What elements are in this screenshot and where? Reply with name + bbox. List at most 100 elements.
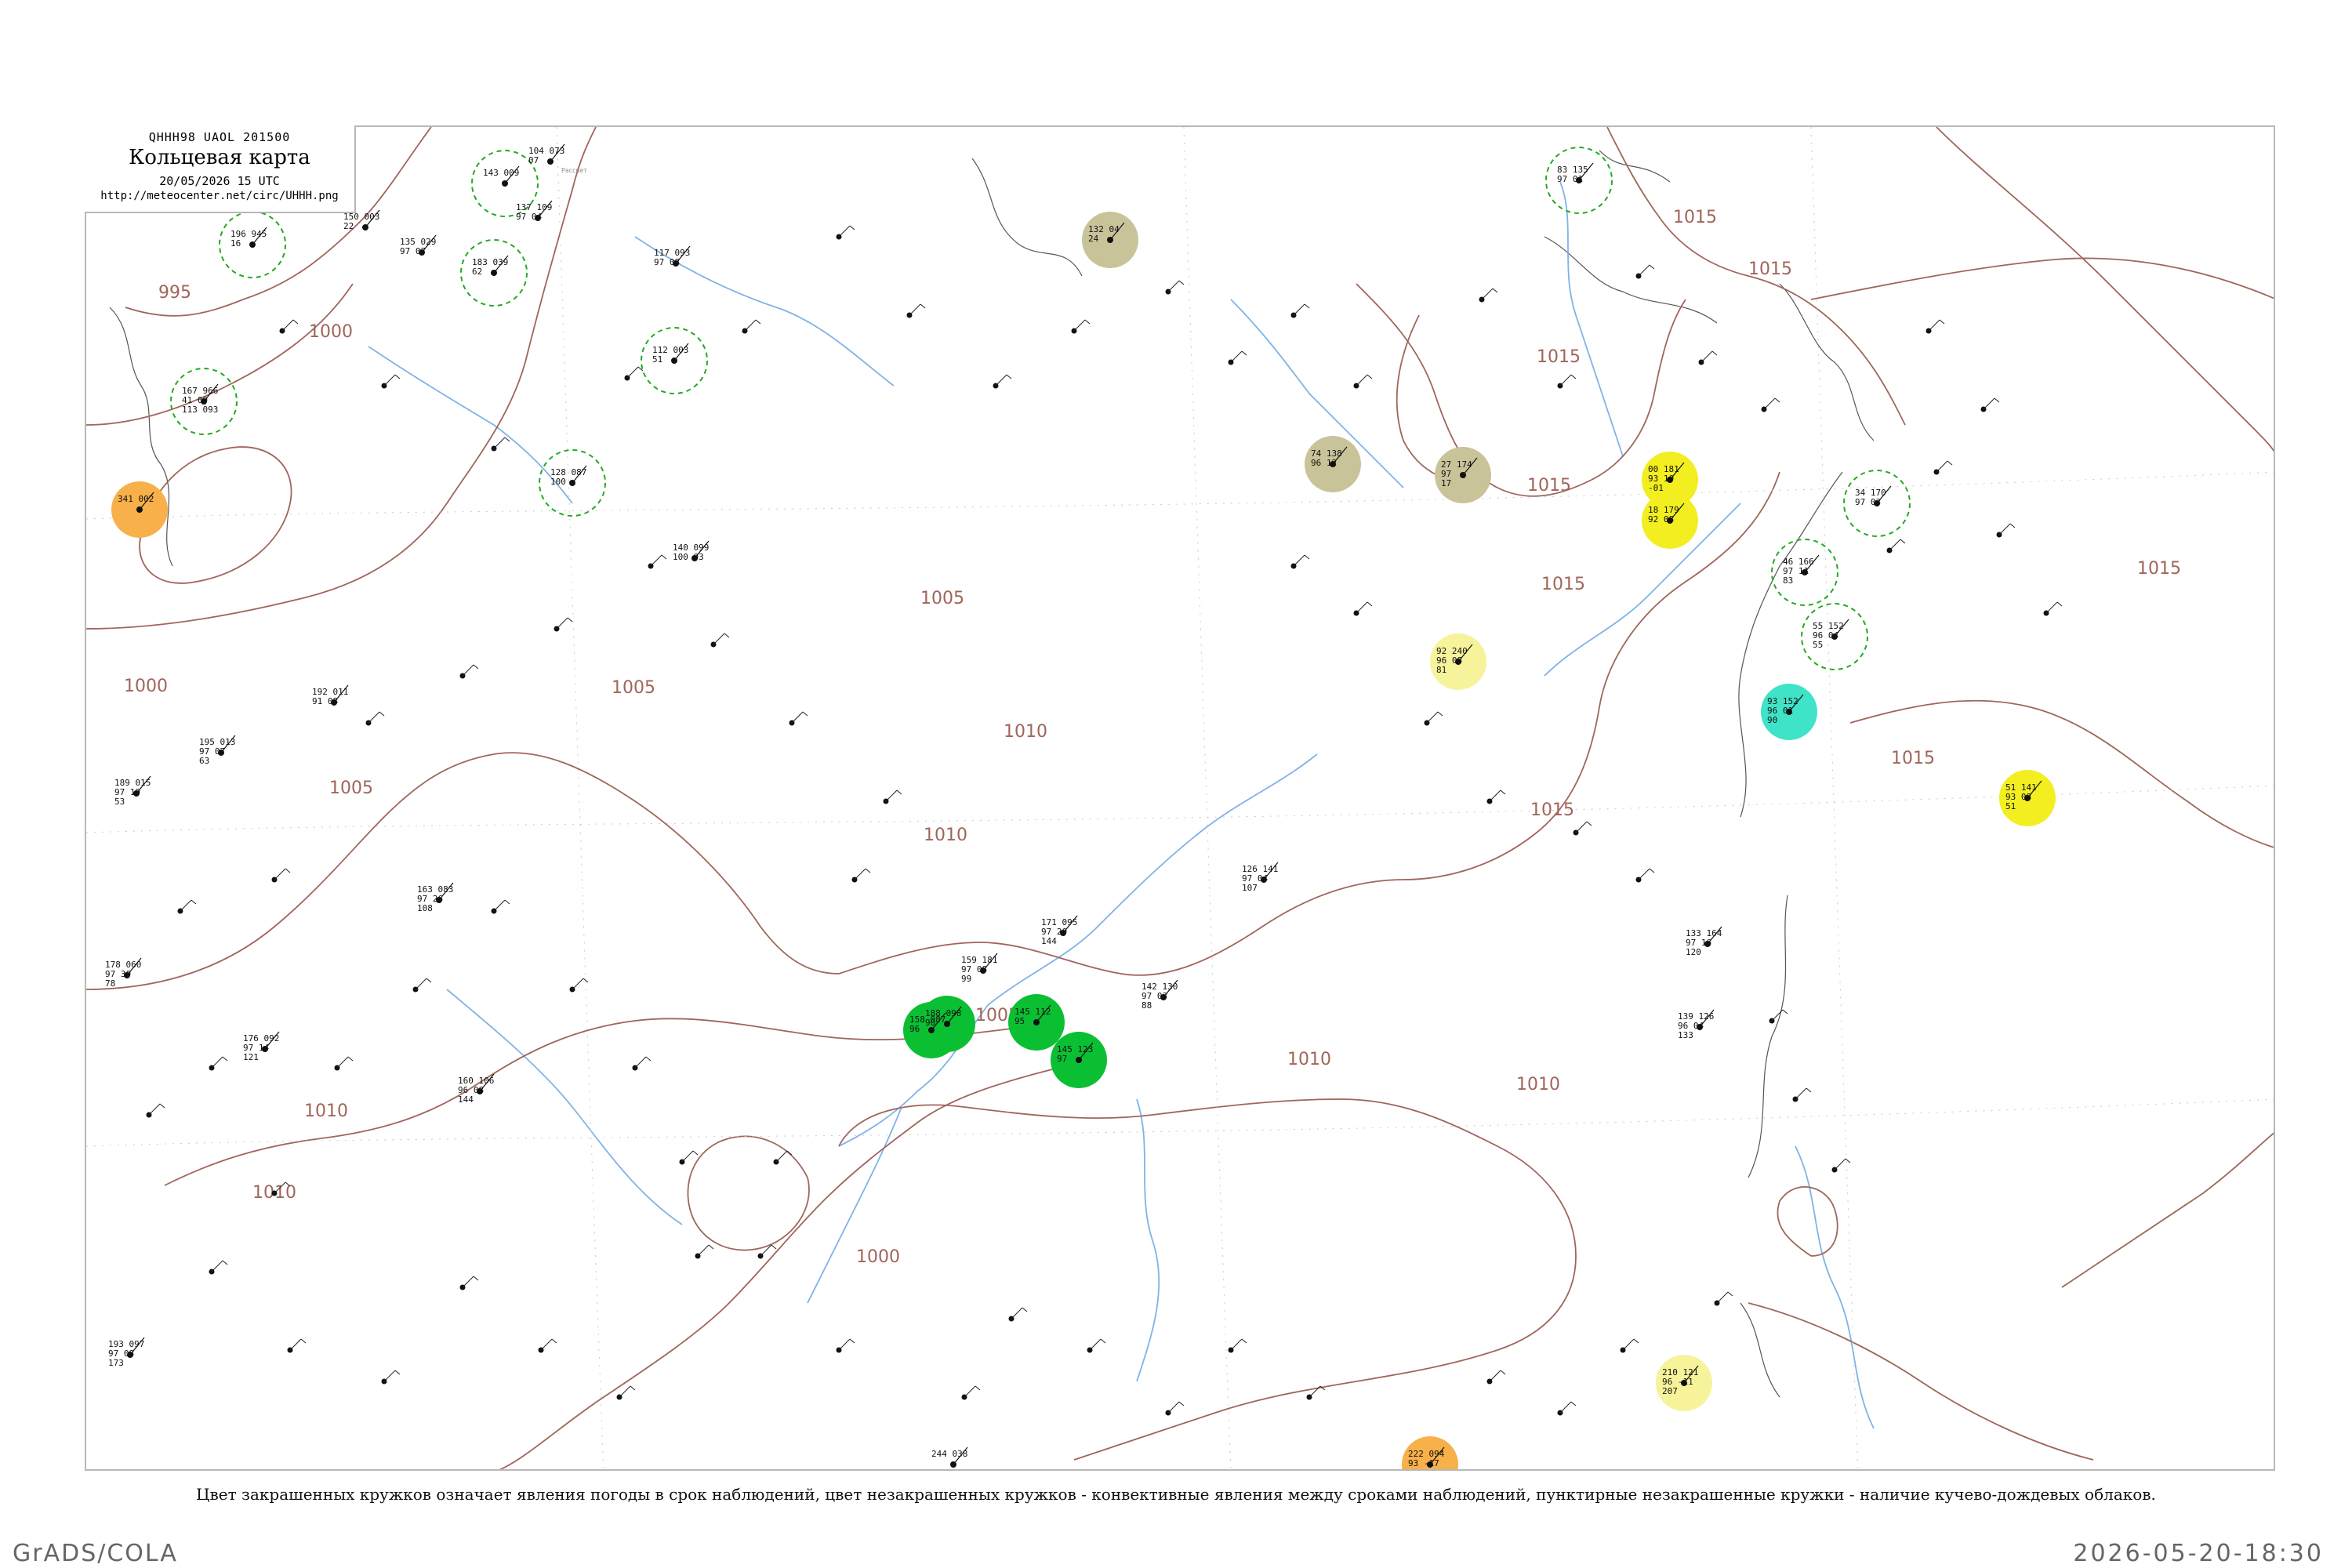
station-plot[interactable]: 139 12696 04133 <box>1678 1009 1715 1040</box>
station-plot[interactable]: 160 10696 08144 <box>458 1073 495 1105</box>
station-plot[interactable]: 178 06097 3078 <box>105 957 142 989</box>
barb-feather <box>1711 350 1718 356</box>
isobar-label: 1005 <box>920 589 964 608</box>
isobar-label: 1010 <box>1287 1050 1331 1069</box>
wind-barb-icon <box>493 437 506 449</box>
barb-feather <box>2009 523 2016 528</box>
wind-barb-icon <box>1481 288 1494 300</box>
minor-station <box>177 899 197 914</box>
barb-feather <box>1367 601 1373 607</box>
station-plot[interactable]: 192 01191 08 <box>312 684 349 706</box>
station-values: 244 038 <box>931 1449 967 1459</box>
isobar-label: 995 <box>158 283 191 303</box>
station-values: 97 04 <box>516 212 542 222</box>
minor-station <box>287 1338 307 1353</box>
station-plot[interactable]: 140 099100 03 <box>673 540 710 562</box>
minor-station <box>1228 1338 1247 1353</box>
station-values: 92 08 <box>1648 514 1674 524</box>
wind-barb-icon <box>995 374 1007 387</box>
minor-station <box>836 1338 855 1353</box>
station-plot[interactable]: 171 09597 20144 <box>1041 915 1078 946</box>
station-plot[interactable]: 142 13097 0388 <box>1142 979 1178 1011</box>
barb-feather <box>1782 1009 1788 1014</box>
minor-station <box>491 899 510 914</box>
minor-station <box>1424 711 1443 726</box>
station-plot[interactable]: 244 038 <box>931 1446 968 1468</box>
isobar-label: 1000 <box>124 677 168 696</box>
wind-barb-icon <box>1167 1401 1180 1414</box>
minor-station <box>1761 397 1780 412</box>
minor-station <box>1165 280 1185 295</box>
isobar-label: 1015 <box>2137 559 2181 579</box>
barb-feather <box>473 1276 479 1281</box>
minor-station <box>209 1260 228 1275</box>
station-plot[interactable]: 46 16697 1183 <box>1783 554 1820 586</box>
station-plot[interactable]: 196 94516 <box>230 227 267 249</box>
station-values: -01 <box>1648 483 1664 493</box>
station-plot[interactable]: 222 09493 -17 <box>1408 1446 1445 1468</box>
isobar-label: 1015 <box>1673 208 1717 227</box>
station-plot[interactable]: 167 96641 09113 093 <box>182 383 219 415</box>
wind-barb-icon <box>368 711 380 724</box>
station-plot[interactable]: 189 01597 1953 <box>114 775 151 807</box>
minor-station <box>1228 350 1247 365</box>
map-caption: Цвет закрашенных кружков означает явлени… <box>196 1485 2156 1504</box>
station-plot[interactable]: 183 03962 <box>472 255 509 277</box>
station-plot[interactable]: 143 009 <box>483 165 520 187</box>
station-plot[interactable]: 193 09797 08173 <box>108 1337 145 1368</box>
station-values: 97 03 <box>1855 497 1881 507</box>
minor-station <box>906 303 926 318</box>
isobar-label: 1000 <box>309 322 353 342</box>
station-plot[interactable]: 83 13597 01 <box>1557 162 1594 184</box>
station-values: 63 <box>199 756 209 766</box>
wind-barb-icon <box>838 1338 851 1351</box>
station-plot[interactable]: 126 14197 04107 <box>1242 862 1279 893</box>
barb-feather <box>1492 288 1498 293</box>
minor-station <box>1980 397 2000 412</box>
map-url[interactable]: http://meteocenter.net/circ/UHHH.png <box>85 190 354 202</box>
barb-feather <box>802 711 808 717</box>
barb-feather <box>1178 1401 1185 1406</box>
minor-station <box>271 868 291 883</box>
barb-feather <box>1649 264 1655 270</box>
minor-station <box>146 1103 165 1118</box>
station-plot[interactable]: 137 10997 04 <box>516 200 553 222</box>
station-name: Рассвет <box>561 167 587 174</box>
station-plot[interactable]: 133 16497 16120 <box>1686 926 1722 957</box>
station-plot[interactable]: 163 08397 26108 <box>417 882 454 913</box>
barb-feather <box>426 978 432 983</box>
barb-feather <box>567 617 573 622</box>
station-plot[interactable]: 34 17097 03 <box>1855 485 1892 507</box>
isobar-label: 1010 <box>1516 1075 1560 1094</box>
barb-feather <box>1633 1338 1639 1344</box>
minor-station <box>961 1385 981 1400</box>
station-plot[interactable]: 176 09297 14121 <box>243 1031 280 1062</box>
minor-station <box>1635 868 1655 883</box>
station-plot[interactable]: 135 02997 07 <box>400 234 437 256</box>
station-values: 83 <box>1783 575 1793 586</box>
station-plot[interactable]: 117 09397 08 <box>654 245 691 267</box>
wind-barb-icon <box>1293 303 1305 316</box>
isobar-label: 1005 <box>612 678 655 698</box>
minor-station <box>1290 554 1310 569</box>
weather-map[interactable]: 9951000100010051005100510051010101010101… <box>86 127 2275 1471</box>
minor-station <box>279 319 299 334</box>
minor-station <box>773 1150 793 1165</box>
wind-barb-icon <box>1928 319 1940 332</box>
station-plot[interactable]: 55 15296 0455 <box>1813 619 1849 650</box>
barb-feather <box>551 1338 557 1344</box>
station-dots <box>146 225 2063 1416</box>
station-plot[interactable]: 195 01397 0763 <box>199 735 236 766</box>
footer-credit: GrADS/COLA <box>13 1540 178 1567</box>
barb-feather <box>1084 319 1091 325</box>
station-plot[interactable]: 150 00322 <box>343 209 380 231</box>
station-plot[interactable]: 112 00351 <box>652 343 689 365</box>
wind-barb-icon <box>1489 789 1501 802</box>
station-plot[interactable]: 128 087100 <box>550 465 587 487</box>
station-plot[interactable]: 159 18197 0899 <box>961 953 998 984</box>
wind-barb-icon <box>1230 1338 1243 1351</box>
minor-station <box>679 1150 699 1165</box>
minor-station <box>1792 1087 1812 1102</box>
weather-circles <box>111 147 2056 1469</box>
barb-feather <box>708 1244 714 1250</box>
